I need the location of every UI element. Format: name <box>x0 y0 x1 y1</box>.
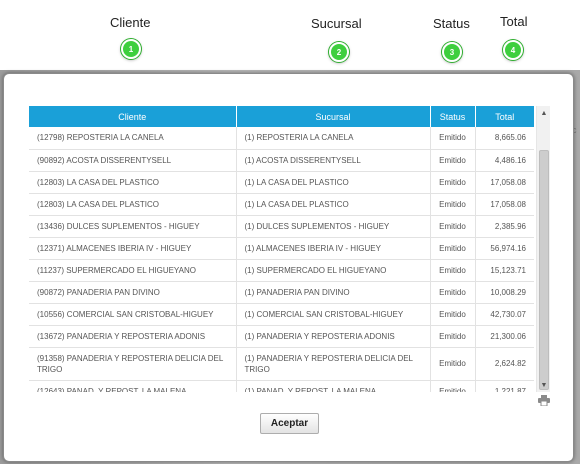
cell-status: Emitido <box>430 127 476 150</box>
cell-status: Emitido <box>430 281 476 304</box>
scroll-down-icon[interactable]: ▼ <box>537 378 551 392</box>
accept-button[interactable]: Aceptar <box>260 413 319 434</box>
cell-cliente: (13436) DULCES SUPLEMENTOS - HIGUEY <box>29 215 237 238</box>
callout-label-sucursal: Sucursal <box>311 16 362 31</box>
cell-total: 17,058.08 <box>475 193 534 216</box>
cell-sucursal: (1) PANAD. Y REPOST. LA MALENA <box>236 380 431 392</box>
cell-status: Emitido <box>430 149 476 172</box>
table-row[interactable]: (12798) REPOSTERIA LA CANELA (1) REPOSTER… <box>29 127 534 150</box>
cell-sucursal: (1) DULCES SUPLEMENTOS - HIGUEY <box>236 215 431 238</box>
cell-status: Emitido <box>430 237 476 260</box>
cell-status: Emitido <box>430 347 476 381</box>
table-row[interactable]: (90872) PANADERIA PAN DIVINO (1) PANADERI… <box>29 281 534 304</box>
callout-label-cliente: Cliente <box>110 15 151 30</box>
table-header-row: Cliente Sucursal Status Total <box>29 106 534 127</box>
cell-total: 1,221.87 <box>475 380 534 392</box>
cell-cliente: (12643) PANAD. Y REPOST. LA MALENA <box>29 380 237 392</box>
cell-total: 4,486.16 <box>475 149 534 172</box>
table-body: (12798) REPOSTERIA LA CANELA (1) REPOSTER… <box>29 127 534 392</box>
callout-label-total: Total <box>500 14 528 29</box>
cell-sucursal: (1) LA CASA DEL PLASTICO <box>236 193 431 216</box>
cell-cliente: (10556) COMERCIAL SAN CRISTOBAL-HIGUEY <box>29 303 237 326</box>
cell-cliente: (90872) PANADERIA PAN DIVINO <box>29 281 237 304</box>
table-row[interactable]: (12803) LA CASA DEL PLASTICO (1) LA CASA … <box>29 171 534 194</box>
cell-total: 17,058.08 <box>475 171 534 194</box>
callout-badge-3: 3 <box>442 42 462 62</box>
cell-total: 10,008.29 <box>475 281 534 304</box>
cell-total: 56,974.16 <box>475 237 534 260</box>
cell-total: 2,385.96 <box>475 215 534 238</box>
cell-cliente: (13672) PANADERIA Y REPOSTERIA ADONIS <box>29 325 237 348</box>
column-header-total[interactable]: Total <box>475 106 534 127</box>
table-row[interactable]: (90892) ACOSTA DISSERENTYSELL (1) ACOSTA … <box>29 149 534 172</box>
callout-badge-1: 1 <box>121 39 141 59</box>
cell-cliente: (11237) SUPERMERCADO EL HIGUEYANO <box>29 259 237 282</box>
table-row[interactable]: (12371) ALMACENES IBERIA IV - HIGUEY (1) … <box>29 237 534 260</box>
cell-sucursal: (1) REPOSTERIA LA CANELA <box>236 127 431 150</box>
table-row[interactable]: (11237) SUPERMERCADO EL HIGUEYANO (1) SUP… <box>29 259 534 282</box>
callout-label-status: Status <box>433 16 470 31</box>
cell-status: Emitido <box>430 171 476 194</box>
cell-sucursal: (1) LA CASA DEL PLASTICO <box>236 171 431 194</box>
results-table: Cliente Sucursal Status Total (12798) RE… <box>29 106 534 392</box>
table-row[interactable]: (10556) COMERCIAL SAN CRISTOBAL-HIGUEY (1… <box>29 303 534 326</box>
cell-status: Emitido <box>430 303 476 326</box>
cell-total: 2,624.82 <box>475 347 534 381</box>
cell-status: Emitido <box>430 259 476 282</box>
cell-sucursal: (1) ACOSTA DISSERENTYSELL <box>236 149 431 172</box>
cell-status: Emitido <box>430 325 476 348</box>
scroll-up-icon[interactable]: ▲ <box>537 106 551 120</box>
cell-sucursal: (1) PANADERIA PAN DIVINO <box>236 281 431 304</box>
cell-total: 42,730.07 <box>475 303 534 326</box>
column-header-cliente[interactable]: Cliente <box>29 106 237 127</box>
cell-cliente: (12371) ALMACENES IBERIA IV - HIGUEY <box>29 237 237 260</box>
callout-badge-2: 2 <box>329 42 349 62</box>
table-row[interactable]: (12803) LA CASA DEL PLASTICO (1) LA CASA … <box>29 193 534 216</box>
cell-cliente: (12798) REPOSTERIA LA CANELA <box>29 127 237 150</box>
cell-cliente: (12803) LA CASA DEL PLASTICO <box>29 171 237 194</box>
cell-total: 21,300.06 <box>475 325 534 348</box>
table-row[interactable]: (12643) PANAD. Y REPOST. LA MALENA (1) PA… <box>29 380 534 392</box>
cell-status: Emitido <box>430 193 476 216</box>
column-header-sucursal[interactable]: Sucursal <box>236 106 431 127</box>
column-header-status[interactable]: Status <box>430 106 476 127</box>
cell-sucursal: (1) ALMACENES IBERIA IV - HIGUEY <box>236 237 431 260</box>
cell-cliente: (90892) ACOSTA DISSERENTYSELL <box>29 149 237 172</box>
results-table-container[interactable]: Cliente Sucursal Status Total (12798) RE… <box>29 106 534 392</box>
print-icon[interactable] <box>538 395 550 406</box>
cell-cliente: (12803) LA CASA DEL PLASTICO <box>29 193 237 216</box>
table-row[interactable]: (91358) PANADERIA Y REPOSTERIA DELICIA D… <box>29 347 534 381</box>
cell-status: Emitido <box>430 380 476 392</box>
cell-status: Emitido <box>430 215 476 238</box>
table-scrollbar[interactable]: ▲ ▼ <box>536 106 550 392</box>
table-row[interactable]: (13672) PANADERIA Y REPOSTERIA ADONIS (1)… <box>29 325 534 348</box>
table-row[interactable]: (13436) DULCES SUPLEMENTOS - HIGUEY (1) D… <box>29 215 534 238</box>
cell-total: 15,123.71 <box>475 259 534 282</box>
callout-badge-4: 4 <box>503 40 523 60</box>
cell-cliente: (91358) PANADERIA Y REPOSTERIA DELICIA D… <box>29 347 237 381</box>
cell-total: 8,665.06 <box>475 127 534 150</box>
cell-sucursal: (1) PANADERIA Y REPOSTERIA ADONIS <box>236 325 431 348</box>
scroll-thumb[interactable] <box>539 150 549 390</box>
cell-sucursal: (1) SUPERMERCADO EL HIGUEYANO <box>236 259 431 282</box>
cell-sucursal: (1) PANADERIA Y REPOSTERIA DELICIA DEL T… <box>236 347 431 381</box>
cell-sucursal: (1) COMERCIAL SAN CRISTOBAL-HIGUEY <box>236 303 431 326</box>
